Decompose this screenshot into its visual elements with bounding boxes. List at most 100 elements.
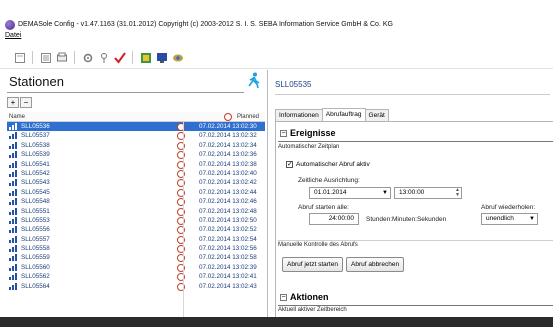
station-row[interactable]: SLL05551 07.02.2014 13:02:48 [7,207,265,216]
auto-checkbox-row[interactable]: ✓ Automatischer Abruf aktiv [286,161,370,168]
column-planned[interactable]: Planned [237,112,259,122]
planned-date: 07.02.2014 13:02:36 [199,151,257,159]
remove-icon[interactable]: − [20,97,32,108]
station-row[interactable]: SLL05538 07.02.2014 13:02:34 [7,141,265,150]
group-automatic: Automatischer Zeitplan [278,144,340,150]
tab-panel: − Ereignisse Automatischer Zeitplan ✓ Au… [275,121,553,317]
stations-title: Stationen [9,74,64,89]
page-add-icon[interactable] [139,51,152,64]
station-row[interactable]: SLL05542 07.02.2014 13:02:40 [7,169,265,178]
station-icon [9,254,18,262]
station-name: SLL05545 [21,188,50,196]
cancel-fetch-button[interactable]: Abruf abbrechen [346,257,405,272]
station-row[interactable]: SLL05545 07.02.2014 13:02:44 [7,188,265,197]
column-name[interactable]: Name [9,112,25,122]
station-row[interactable]: SLL05564 07.02.2014 13:02:43 [7,282,265,291]
station-row[interactable]: SLL05560 07.02.2014 13:02:39 [7,263,265,272]
planned-date: 07.02.2014 13:02:56 [199,245,257,253]
print-preview-icon[interactable] [55,51,68,64]
window-title: DEMASole Config - v1.47.1163 (31.01.2012… [18,21,393,28]
stations-pane: Stationen + − Name Planned SLL05536 07.02… [0,70,268,317]
time-field[interactable]: 13:00:00 ▲ ▼ [394,187,462,199]
clock-icon [224,113,232,121]
sheet-icon[interactable] [13,51,26,64]
sheet-lines-icon[interactable] [39,51,52,64]
section-aktionen[interactable]: − Aktionen [280,292,329,302]
station-name: SLL05562 [21,273,50,281]
add-icon[interactable]: + [7,97,19,108]
station-row[interactable]: SLL05556 07.02.2014 13:02:52 [7,225,265,235]
chevron-down-icon[interactable]: ▼ [382,188,388,198]
station-name: SLL05543 [21,179,50,187]
planned-date: 07.02.2014 13:02:46 [199,198,257,206]
group-divider [278,240,553,241]
time-alignment-label: Zeitliche Ausrichtung: [298,177,360,184]
auto-checkbox[interactable]: ✓ [286,161,293,168]
date-select[interactable]: 01.01.2014 ▼ [309,187,391,199]
station-row[interactable]: SLL05536 07.02.2014 13:02:30 [7,122,265,132]
run-icon[interactable] [248,72,260,93]
repeat-select[interactable]: unendlich ▼ [481,213,538,225]
station-row[interactable]: SLL05548 07.02.2014 13:02:46 [7,197,265,207]
collapse-icon[interactable]: − [280,129,287,137]
planned-date: 07.02.2014 13:02:58 [199,254,257,262]
planned-date: 07.02.2014 13:02:41 [199,273,257,281]
planned-date: 07.02.2014 13:02:43 [199,282,257,290]
section-ereignisse[interactable]: − Ereignisse [280,128,336,138]
station-row[interactable]: SLL05553 07.02.2014 13:02:50 [7,216,265,225]
app-window: DEMASole Config - v1.47.1163 (31.01.2012… [0,0,553,327]
repeat-label: Abruf wiederholen: [481,204,536,211]
tab-informationen[interactable]: Informationen [275,109,323,121]
station-row[interactable]: SLL05543 07.02.2014 13:02:42 [7,178,265,188]
station-row[interactable]: SLL05557 07.02.2014 13:02:54 [7,235,265,244]
station-icon [9,216,18,224]
station-icon [9,198,18,206]
date-value: 01.01.2014 [314,189,347,196]
station-icon [9,123,18,130]
station-icon [9,188,18,196]
spinner-icon[interactable]: ▲ ▼ [455,188,460,198]
gear-icon[interactable] [81,51,94,64]
tab-abrufauftrag[interactable]: Abrufauftrag [321,108,366,121]
station-row[interactable]: SLL05541 07.02.2014 13:02:38 [7,160,265,169]
planned-date: 07.02.2014 13:02:50 [199,216,257,224]
station-row[interactable]: SLL05559 07.02.2014 13:02:58 [7,253,265,263]
eye-icon[interactable] [171,51,184,64]
station-name: SLL05560 [21,263,50,271]
planned-date: 07.02.2014 13:02:44 [199,188,257,196]
tab-geraet[interactable]: Gerät [364,109,389,121]
station-row[interactable]: SLL05539 07.02.2014 13:02:36 [7,150,265,160]
planned-date: 07.02.2014 13:02:32 [199,132,257,140]
planned-date: 07.02.2014 13:02:38 [199,160,257,168]
check-icon[interactable] [113,51,126,64]
title-bar: DEMASole Config - v1.47.1163 (31.01.2012… [0,18,553,31]
section-divider [278,305,553,306]
toolbar-separator [32,51,33,64]
station-name: SLL05542 [21,169,50,177]
toolbar-separator [132,51,133,64]
planned-date: 07.02.2014 13:02:39 [199,263,257,271]
group-manual: Manuelle Kontrolle des Abrufs [278,242,358,248]
section-divider [278,141,553,142]
station-row[interactable]: SLL05562 07.02.2014 13:02:41 [7,272,265,282]
chevron-down-icon[interactable]: ▼ [529,214,535,224]
station-name: SLL05541 [21,160,50,168]
station-name: SLL05557 [21,235,50,243]
detail-pane: SLL05535 Informationen Abrufauftrag Gerä… [270,70,553,317]
toolbar [0,47,553,69]
station-row[interactable]: SLL05537 07.02.2014 13:02:32 [7,131,265,141]
monitor-icon[interactable] [155,51,168,64]
stations-list: SLL05536 07.02.2014 13:02:30 SLL05537 07.02… [7,122,265,291]
station-buttons: + − [7,97,32,108]
station-row[interactable]: SLL05558 07.02.2014 13:02:56 [7,244,265,254]
collapse-icon[interactable]: − [280,293,287,301]
time-value: 13:00:00 [399,189,425,196]
menu-datei[interactable]: Datei [5,32,21,39]
start-now-button[interactable]: Abruf jetzt starten [282,257,343,272]
interval-field[interactable]: 24:00:00 [309,213,359,225]
lock-icon[interactable] [97,51,110,64]
station-icon [9,282,18,290]
title-divider [7,92,244,93]
planned-date: 07.02.2014 13:02:40 [199,169,257,177]
station-name: SLL05536 [21,123,50,130]
